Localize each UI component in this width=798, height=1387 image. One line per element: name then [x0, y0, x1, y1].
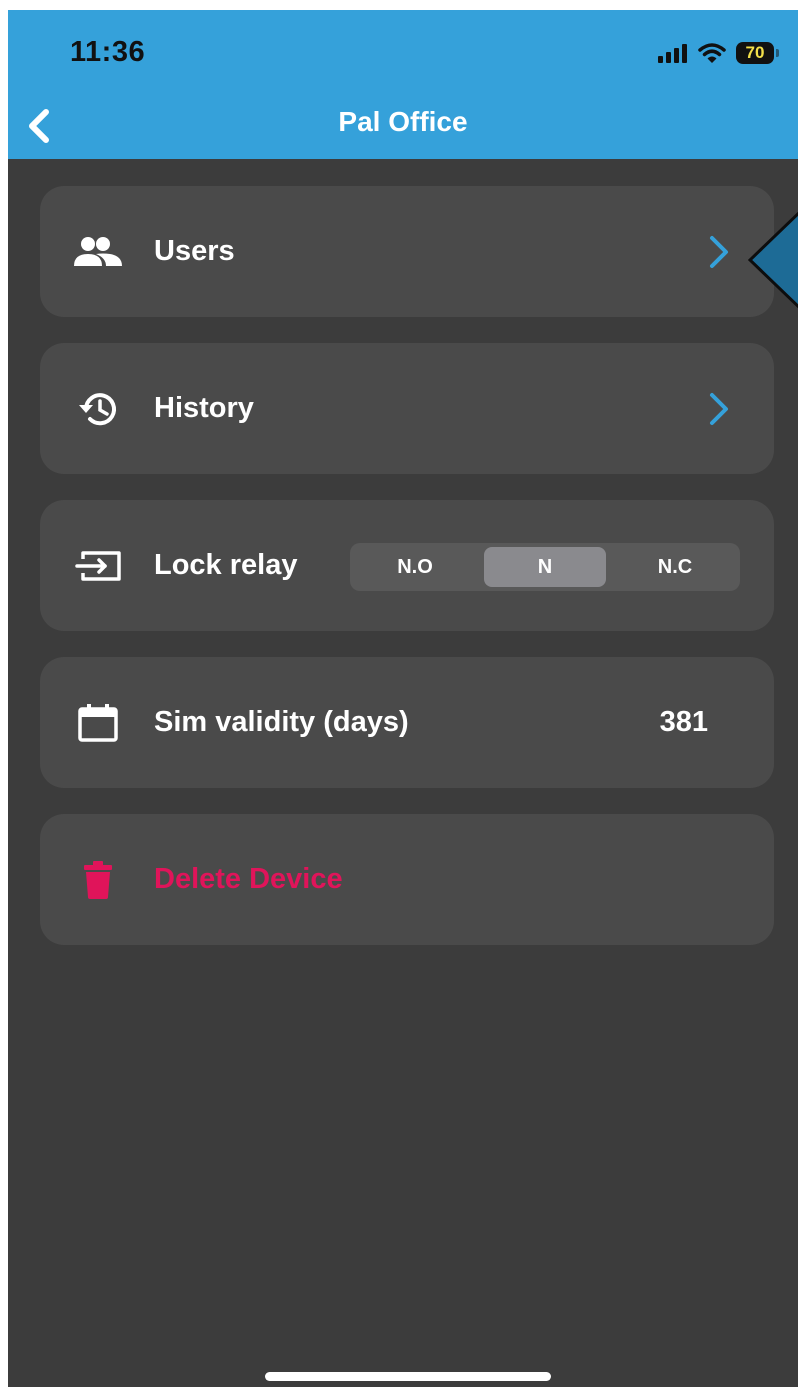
- tooltip-pointer: [748, 211, 798, 309]
- app-screen: 11:36 70 Pal Office Users History Lock r…: [8, 10, 798, 1387]
- signal-icon: [658, 44, 687, 63]
- sim-validity-row: Sim validity (days) 381: [40, 657, 774, 788]
- battery-icon: 70: [736, 42, 779, 64]
- users-row[interactable]: Users: [40, 186, 774, 317]
- delete-device-button[interactable]: Delete Device: [40, 814, 774, 945]
- relay-option-nc[interactable]: N.C: [614, 547, 736, 587]
- status-time: 11:36: [70, 36, 146, 68]
- input-icon: [72, 540, 124, 592]
- lock-relay-row: Lock relay N.O N N.C: [40, 500, 774, 631]
- users-label: Users: [154, 235, 235, 267]
- sim-validity-label: Sim validity (days): [154, 706, 409, 738]
- chevron-right-icon: [710, 236, 728, 268]
- trash-icon: [72, 854, 124, 906]
- delete-device-label: Delete Device: [154, 863, 343, 895]
- battery-level: 70: [745, 43, 765, 62]
- people-icon: [72, 226, 124, 278]
- relay-option-n[interactable]: N: [484, 547, 606, 587]
- sim-validity-value: 381: [659, 706, 708, 738]
- chevron-right-icon: [710, 393, 728, 425]
- header-bar: 11:36 70 Pal Office: [8, 10, 798, 159]
- history-row[interactable]: History: [40, 343, 774, 474]
- history-icon: [72, 383, 124, 435]
- history-label: History: [154, 392, 254, 424]
- lock-relay-label: Lock relay: [154, 549, 298, 581]
- home-indicator: [265, 1372, 551, 1381]
- relay-option-no[interactable]: N.O: [354, 547, 476, 587]
- status-icons: 70: [658, 40, 779, 66]
- calendar-icon: [72, 697, 124, 749]
- page-title: Pal Office: [338, 106, 468, 137]
- lock-relay-segmented-control: N.O N N.C: [350, 543, 740, 591]
- wifi-icon: [698, 43, 726, 63]
